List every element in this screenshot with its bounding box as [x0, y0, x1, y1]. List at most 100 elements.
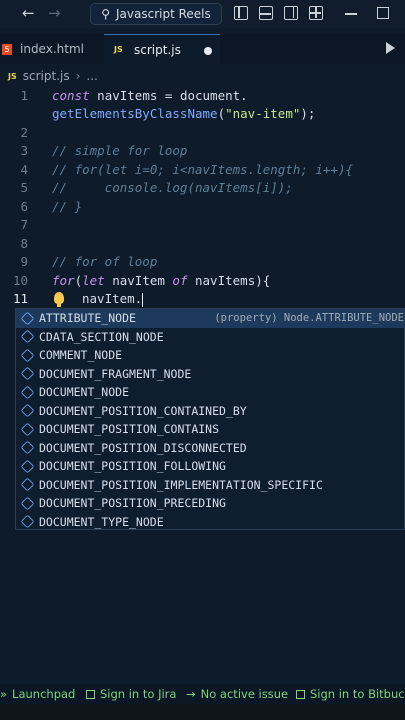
editor-tab-bar: 5 index.html JS script.js — [0, 34, 405, 64]
enum-member-icon — [20, 422, 35, 437]
line-number: 7 — [20, 217, 28, 232]
status-bitbucket[interactable]: Sign in to Bitbucke — [296, 687, 405, 701]
suggestion-item[interactable]: ATTRIBUTE_NODE (property) Node.ATTRIBUTE… — [16, 309, 404, 328]
line-number: 10 — [12, 273, 28, 288]
status-jira[interactable]: Sign in to Jira — [86, 687, 176, 701]
customize-layout-icon[interactable] — [309, 6, 323, 20]
code-line: 2 — [0, 125, 405, 143]
suggestion-item[interactable]: DOCUMENT_TYPE_NODE — [16, 513, 404, 532]
code-line-active: 11 navItem. — [0, 291, 405, 309]
enum-member-icon — [20, 477, 35, 492]
suggestion-item[interactable]: DOCUMENT_POSITION_FOLLOWING — [16, 457, 404, 476]
code-line: 3 // simple for loop — [0, 143, 405, 161]
breadcrumb-file[interactable]: script.js — [23, 69, 70, 83]
enum-member-icon — [20, 366, 35, 381]
suggestion-item[interactable]: DOCUMENT_NODE — [16, 383, 404, 402]
suggestion-label: DOCUMENT_TYPE_NODE — [39, 514, 164, 529]
code-text: navItem. — [82, 291, 144, 307]
string-token: "nav-item" — [225, 106, 301, 121]
minimize-icon[interactable] — [345, 13, 357, 15]
code-line: 7 — [0, 217, 405, 235]
autocomplete-suggestions: ATTRIBUTE_NODE (property) Node.ATTRIBUTE… — [15, 308, 405, 530]
suggestion-item[interactable]: COMMENT_NODE — [16, 346, 404, 365]
toggle-panel-icon[interactable] — [259, 6, 273, 20]
suggestion-item[interactable]: DOCUMENT_POSITION_CONTAINED_BY — [16, 402, 404, 421]
comment-token: // simple for loop — [52, 143, 188, 158]
code-text: const navItems = document. — [52, 88, 248, 103]
os-taskbar — [0, 704, 405, 720]
line-number: 2 — [20, 125, 28, 140]
line-number: 5 — [20, 180, 28, 195]
keyword-token: for — [52, 273, 75, 288]
suggestion-item[interactable]: DOCUMENT_POSITION_IMPLEMENTATION_SPECIFI… — [16, 476, 404, 495]
suggestion-label: DOCUMENT_POSITION_CONTAINS — [39, 422, 220, 437]
suggestion-label: CDATA_SECTION_NODE — [39, 329, 164, 344]
keyword-token: of — [172, 273, 188, 288]
status-label: Launchpad — [12, 687, 76, 701]
unsaved-dot-icon[interactable] — [204, 47, 212, 55]
maximize-icon[interactable] — [377, 7, 389, 19]
suggestion-item[interactable]: DOCUMENT_POSITION_DISCONNECTED — [16, 439, 404, 458]
breadcrumb-rest[interactable]: ... — [86, 69, 97, 83]
status-launchpad[interactable]: » Launchpad — [0, 687, 75, 701]
line-number: 9 — [20, 254, 28, 269]
suggestion-item[interactable]: DOCUMENT_FRAGMENT_NODE — [16, 365, 404, 384]
tab-script-js[interactable]: JS script.js — [104, 34, 220, 64]
suggestion-item[interactable]: DOCUMENT_POSITION_PRECEDING — [16, 494, 404, 513]
status-label: Sign in to Jira — [100, 687, 177, 701]
plain-token: navItems){ — [187, 273, 271, 288]
suggestion-item[interactable]: CDATA_SECTION_NODE — [16, 328, 404, 347]
comment-token: // for(let i=0; i<navItems.length; i++){ — [52, 162, 354, 177]
suggestion-label: DOCUMENT_POSITION_PRECEDING — [39, 496, 226, 511]
code-line: 6 // } — [0, 199, 405, 217]
breadcrumb-separator-icon: › — [75, 69, 81, 83]
line-number: 11 — [12, 291, 28, 306]
keyword-token: let — [82, 273, 105, 288]
line-number: 1 — [20, 88, 28, 103]
code-line: 10 for(let navItem of navItems){ — [0, 273, 405, 291]
status-label: No active issue — [200, 687, 289, 701]
suggestion-label: DOCUMENT_POSITION_DISCONNECTED — [39, 440, 247, 455]
tab-index-html[interactable]: 5 index.html — [0, 34, 102, 64]
back-arrow-icon[interactable]: ← — [22, 4, 35, 22]
suggestion-label: COMMENT_NODE — [39, 348, 123, 363]
enum-member-icon — [20, 440, 35, 455]
plain-token: navItems = document. — [89, 88, 248, 103]
code-text: getElementsByClassName("nav-item"); — [52, 106, 315, 121]
arrow-right-icon: → — [186, 687, 196, 701]
run-icon[interactable] — [386, 42, 395, 54]
line-number: 3 — [20, 143, 28, 158]
plain-token: navItem. — [82, 291, 143, 306]
toggle-primary-sidebar-icon[interactable] — [234, 6, 248, 20]
js-file-icon: JS — [8, 71, 17, 81]
suggestion-label: DOCUMENT_FRAGMENT_NODE — [39, 366, 192, 381]
comment-token: // console.log(navItems[i]); — [52, 180, 293, 195]
enum-member-icon — [20, 496, 35, 511]
plain-token: ( — [74, 273, 83, 288]
status-bar: » Launchpad Sign in to Jira → No active is… — [0, 684, 405, 704]
enum-member-icon — [20, 348, 35, 363]
forward-arrow-icon[interactable]: → — [48, 4, 61, 22]
lightbulb-icon[interactable] — [54, 292, 64, 307]
line-number: 8 — [20, 236, 28, 251]
enum-member-icon — [20, 459, 35, 474]
code-line: 4 // for(let i=0; i<navItems.length; i++… — [0, 162, 405, 180]
command-center-search[interactable]: ⚲ Javascript Reels — [90, 3, 222, 25]
keyword-token: const — [52, 88, 90, 103]
code-line: 5 // console.log(navItems[i]); — [0, 180, 405, 198]
js-file-icon: JS — [114, 45, 123, 54]
suggestion-label: DOCUMENT_POSITION_CONTAINED_BY — [39, 403, 247, 418]
enum-member-icon — [20, 403, 35, 418]
code-text: for(let navItem of navItems){ — [52, 273, 270, 288]
status-issue[interactable]: → No active issue — [186, 687, 288, 701]
suggestion-label: DOCUMENT_NODE — [39, 385, 130, 400]
comment-token: // } — [52, 199, 83, 214]
suggestion-detail: (property) Node.ATTRIBUTE_NODE — [214, 312, 404, 325]
jira-icon — [86, 690, 95, 699]
suggestion-item[interactable]: DOCUMENT_POSITION_CONTAINS — [16, 420, 404, 439]
suggestion-label: DOCUMENT_POSITION_IMPLEMENTATION_SPECIFI… — [39, 477, 323, 492]
breadcrumb: JS script.js › ... — [0, 66, 405, 86]
html5-icon: 5 — [2, 43, 12, 55]
plain-token: ); — [300, 106, 316, 121]
toggle-secondary-sidebar-icon[interactable] — [284, 6, 298, 20]
